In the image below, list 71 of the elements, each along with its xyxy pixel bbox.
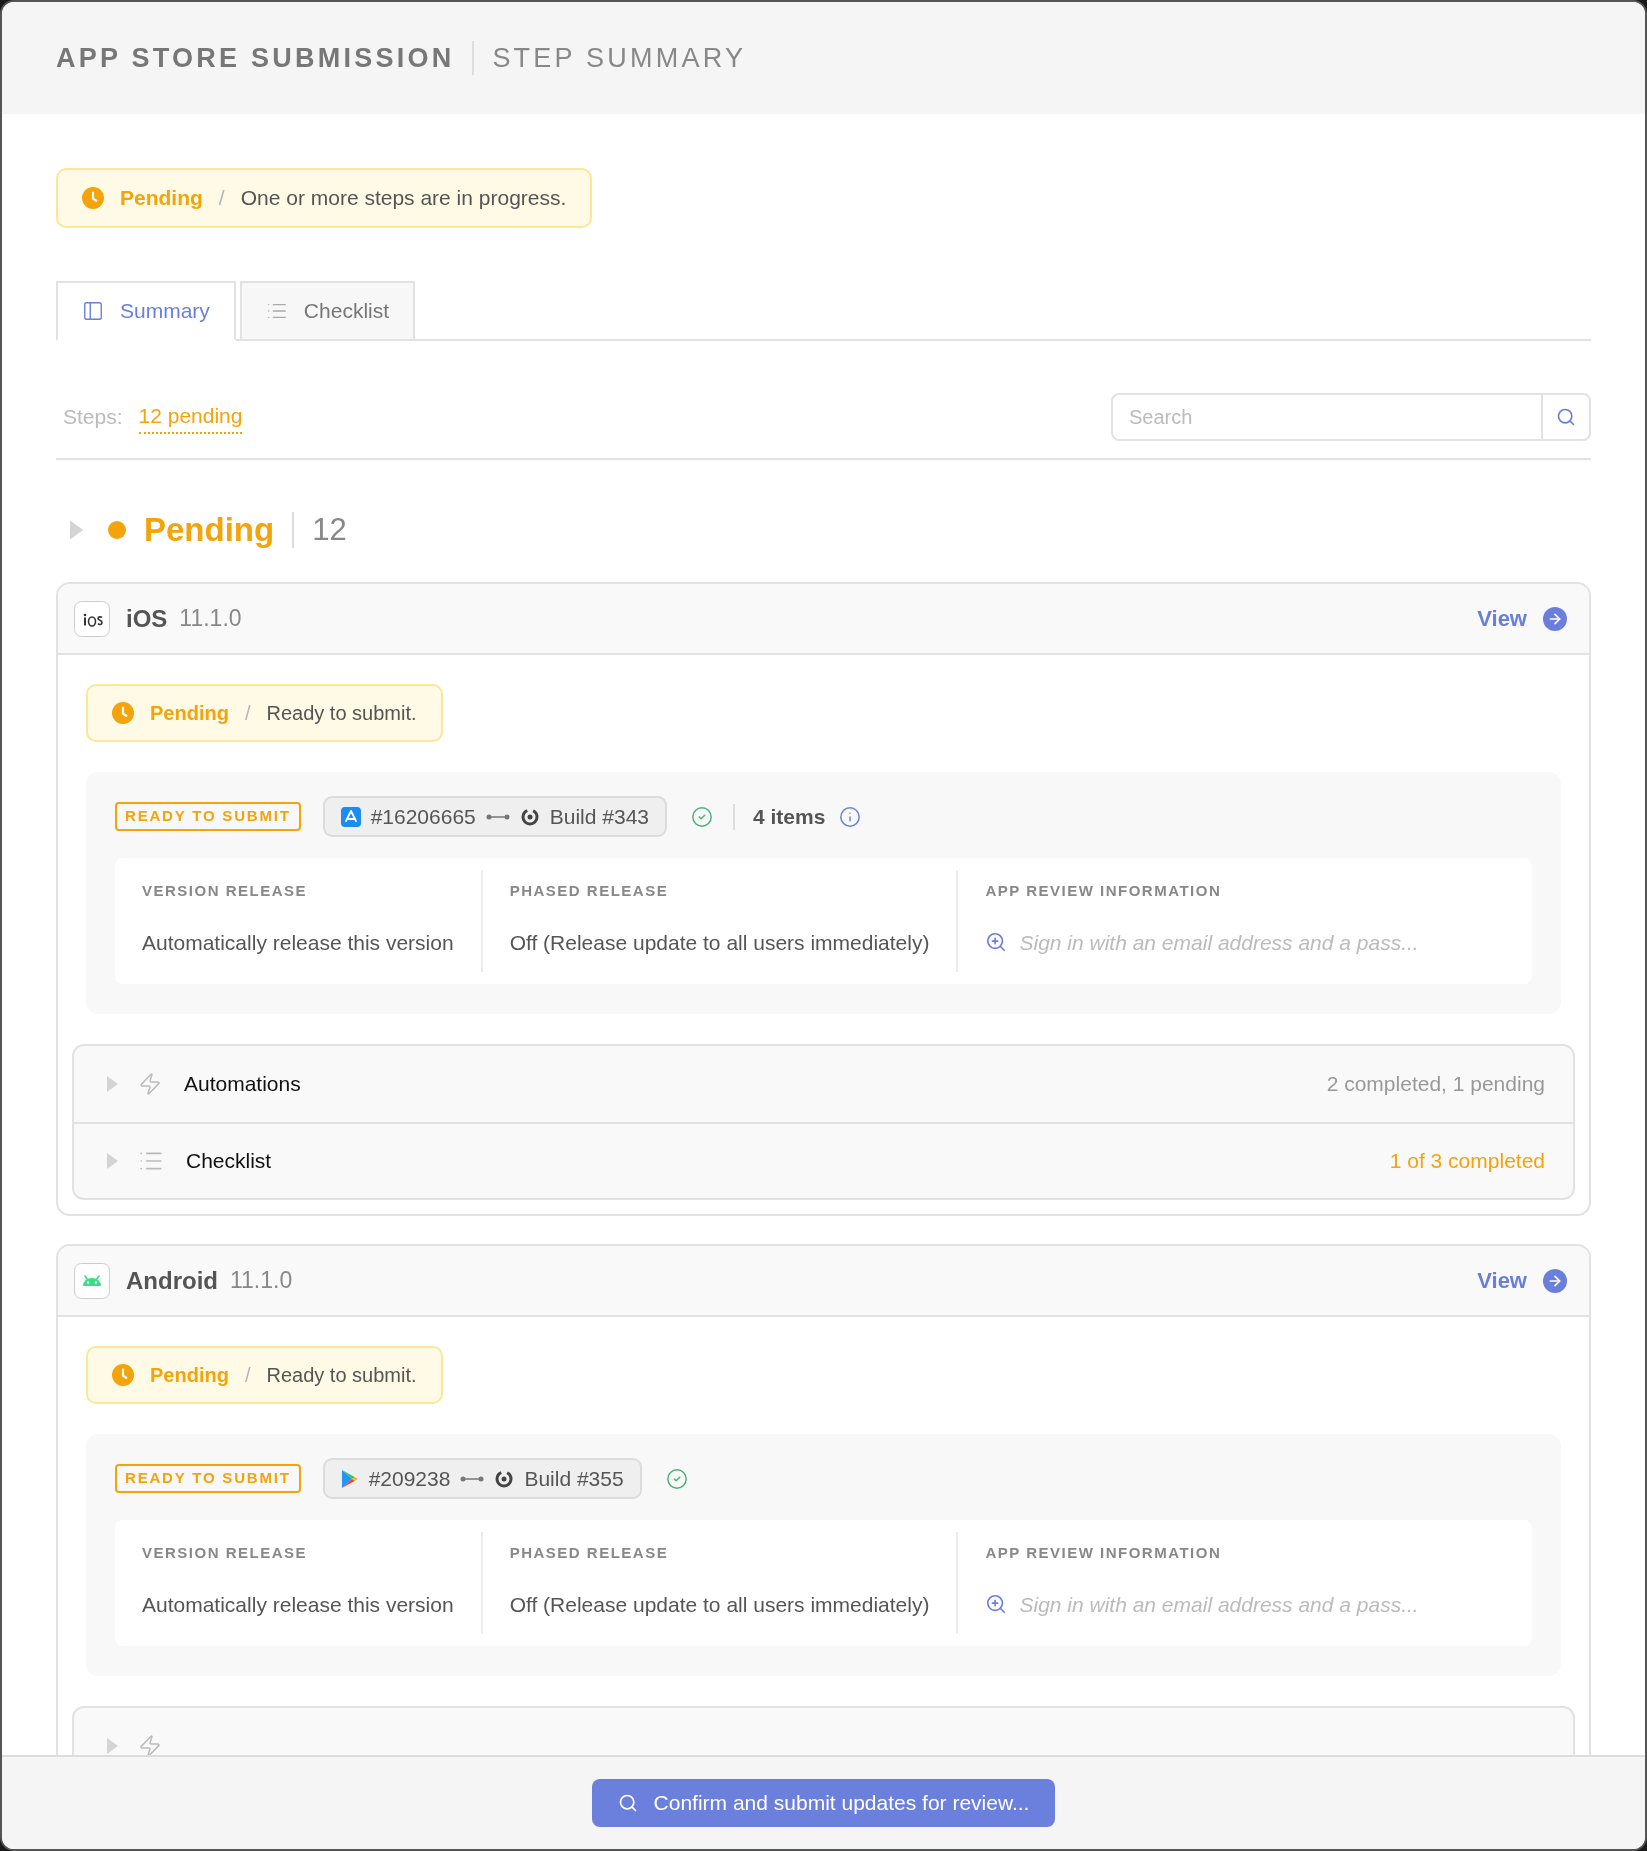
tab[interactable]: Summary — [56, 281, 236, 341]
status-message: Ready to submit. — [266, 1363, 417, 1388]
view-link[interactable]: View — [1477, 602, 1567, 635]
info-icon[interactable] — [839, 805, 862, 828]
confirm-submit-button[interactable]: Confirm and submit updates for review... — [591, 1779, 1056, 1827]
separator: / — [244, 1363, 251, 1388]
clock-icon — [82, 187, 104, 209]
check-icon — [665, 1467, 688, 1490]
status-message: One or more steps are in progress. — [240, 185, 567, 212]
page-subtitle: STEP SUMMARY — [492, 41, 747, 75]
platform-version: 11.1.0 — [179, 604, 242, 634]
items-count: 4 items — [753, 803, 826, 830]
section-summary: 2 completed, 1 pending — [1326, 1071, 1545, 1098]
field-value: Off (Release update to all users immediately) — [509, 1591, 930, 1618]
tab[interactable]: Checklist — [239, 281, 416, 341]
steps-count-link[interactable]: 12 pending — [138, 400, 243, 434]
clock-icon — [112, 702, 134, 724]
search-field[interactable]: Search — [1111, 393, 1543, 441]
link-icon — [460, 1474, 485, 1483]
field-label: PHASED RELEASE — [509, 1543, 670, 1563]
check-icon — [691, 805, 713, 828]
field-value: Off (Release update to all users immediately) — [509, 929, 930, 956]
build-number: Build #343 — [549, 803, 649, 830]
lightning-icon — [138, 1072, 162, 1096]
separator: / — [244, 701, 251, 726]
field-value[interactable]: Sign in with an email address and a pass... — [1019, 1588, 1419, 1620]
store-id: #209238 — [368, 1465, 451, 1492]
section-title: Checklist — [186, 1148, 272, 1175]
search-icon[interactable] — [1543, 393, 1591, 441]
field-label: VERSION RELEASE — [142, 881, 309, 901]
ios-logo-icon — [74, 600, 110, 637]
section-row[interactable]: Checklist 1 of 3 completed — [74, 1122, 1573, 1198]
zoom-in-icon[interactable] — [985, 931, 1008, 954]
status-label: Pending — [150, 701, 229, 726]
search-icon — [617, 1793, 638, 1813]
field-value: Automatically release this version — [142, 1591, 454, 1618]
ready-badge: READY TO SUBMIT — [115, 802, 301, 831]
field-label: APP REVIEW INFORMATION — [985, 881, 1223, 901]
section-title: Automations — [184, 1071, 301, 1098]
android-logo-icon — [74, 1262, 110, 1299]
build-number: Build #355 — [524, 1465, 624, 1492]
build-icon — [494, 1468, 515, 1489]
status-label: Pending — [120, 185, 203, 212]
steps-label: Steps: — [63, 404, 123, 431]
field-label: APP REVIEW INFORMATION — [985, 1543, 1223, 1563]
section-summary: 1 of 3 completed — [1389, 1148, 1545, 1175]
ready-badge: READY TO SUBMIT — [115, 1464, 301, 1493]
clock-icon — [112, 1364, 134, 1386]
platform-version: 11.1.0 — [230, 1266, 293, 1296]
view-link[interactable]: View — [1477, 1264, 1567, 1297]
page-title: APP STORE SUBMISSION — [56, 41, 455, 75]
section-row[interactable]: Automations 2 completed, 1 pending — [74, 1046, 1573, 1122]
status-message: Ready to submit. — [266, 701, 417, 726]
field-label: PHASED RELEASE — [509, 881, 670, 901]
store-id: #16206665 — [370, 803, 476, 830]
store-icon — [340, 806, 361, 827]
platform-name: iOS — [126, 603, 168, 634]
play-store-icon — [340, 1468, 359, 1489]
link-icon — [485, 812, 510, 821]
status-label: Pending — [150, 1363, 229, 1388]
field-label: VERSION RELEASE — [142, 1543, 309, 1563]
layout-icon — [82, 300, 104, 322]
separator: / — [218, 185, 225, 212]
zoom-in-icon[interactable] — [985, 1593, 1008, 1616]
field-value[interactable]: Sign in with an email address and a pass... — [1019, 926, 1419, 958]
group-count: 12 — [312, 510, 347, 549]
build-icon — [519, 806, 540, 827]
platform-name: Android — [126, 1265, 218, 1296]
lightning-icon — [138, 1734, 162, 1755]
field-value: Automatically release this version — [142, 929, 454, 956]
group-title: Pending — [144, 510, 275, 551]
